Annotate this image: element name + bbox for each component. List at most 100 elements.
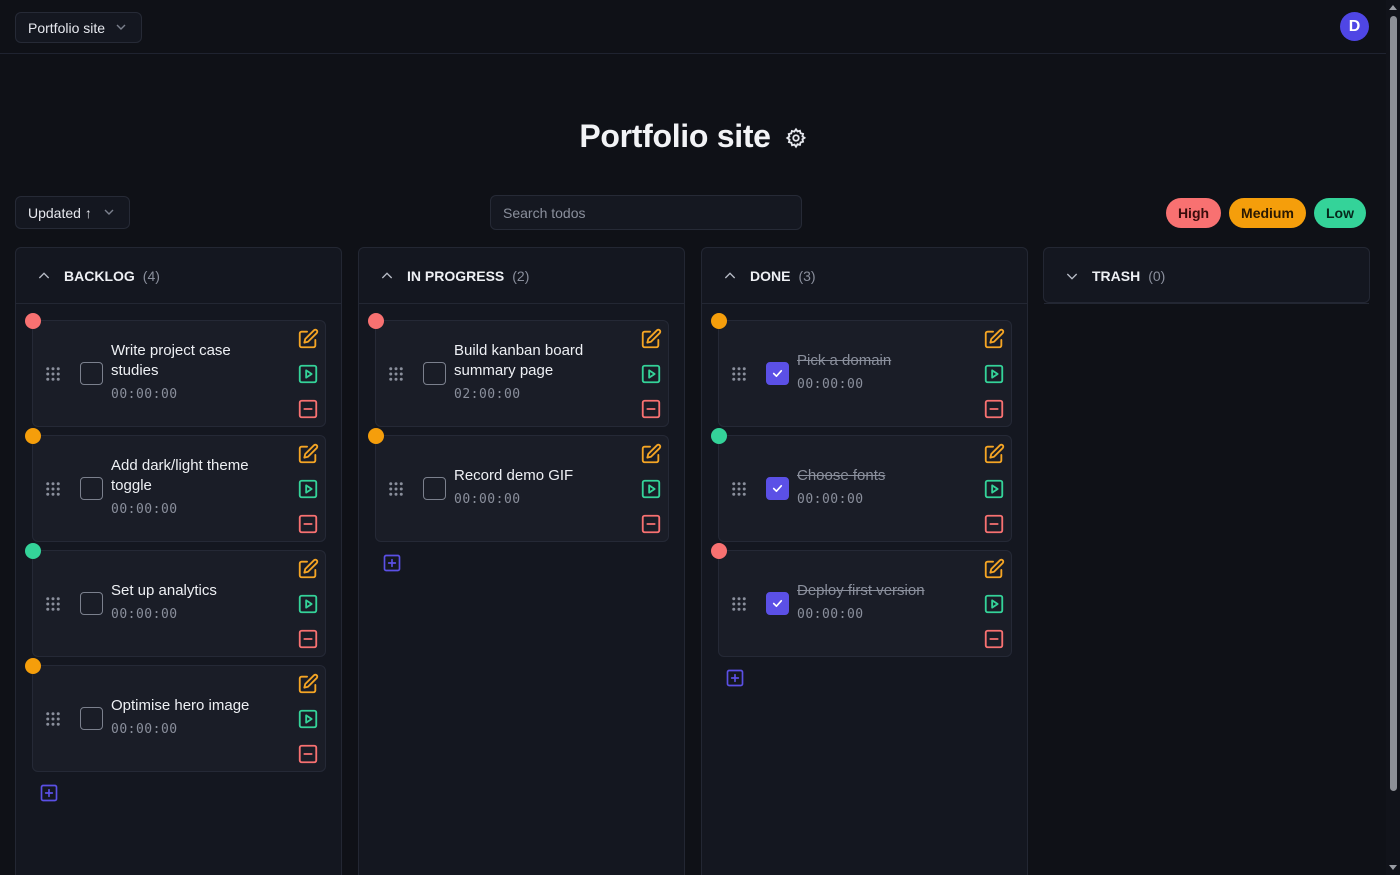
column-backlog: BACKLOG (4) Write project case studies 00:0…	[15, 247, 342, 875]
scrollbar-thumb[interactable]	[1390, 16, 1397, 791]
edit-icon[interactable]	[297, 443, 319, 465]
chevron-up-icon[interactable]	[36, 268, 52, 284]
todo-checkbox[interactable]	[80, 362, 103, 385]
filter-low-button[interactable]: Low	[1314, 198, 1366, 228]
todo-checkbox[interactable]	[80, 592, 103, 615]
todo-checkbox[interactable]	[80, 707, 103, 730]
todo-timer: 00:00:00	[111, 722, 178, 737]
remove-icon[interactable]	[297, 628, 319, 650]
todo-card[interactable]: Record demo GIF 00:00:00	[368, 428, 669, 542]
priority-dot	[368, 313, 384, 329]
column-count: (0)	[1148, 267, 1166, 284]
edit-icon[interactable]	[983, 558, 1005, 580]
drag-handle-icon[interactable]	[730, 480, 748, 498]
remove-icon[interactable]	[640, 398, 662, 420]
priority-dot	[711, 543, 727, 559]
column-count: (4)	[142, 267, 160, 284]
play-icon[interactable]	[640, 478, 662, 500]
drag-handle-icon[interactable]	[387, 480, 405, 498]
todo-title: Pick a domain	[797, 352, 892, 369]
todo-timer: 00:00:00	[111, 607, 178, 622]
todo-timer: 00:00:00	[797, 607, 864, 622]
play-icon[interactable]	[297, 363, 319, 385]
todo-checkbox[interactable]	[423, 362, 446, 385]
play-icon[interactable]	[297, 478, 319, 500]
play-icon[interactable]	[983, 363, 1005, 385]
drag-handle-icon[interactable]	[44, 710, 62, 728]
priority-dot	[25, 428, 41, 444]
drag-handle-icon[interactable]	[387, 365, 405, 383]
remove-icon[interactable]	[983, 398, 1005, 420]
column-title: TRASH	[1092, 267, 1141, 284]
edit-icon[interactable]	[297, 673, 319, 695]
drag-handle-icon[interactable]	[44, 595, 62, 613]
top-bar: Portfolio site D	[0, 0, 1386, 54]
todo-title: Choose fonts	[797, 467, 886, 484]
drag-handle-icon[interactable]	[730, 365, 748, 383]
chevron-down-icon	[116, 24, 126, 30]
column-header[interactable]: IN PROGRESS (2)	[359, 248, 684, 304]
edit-icon[interactable]	[297, 328, 319, 350]
priority-dot	[25, 313, 41, 329]
remove-icon[interactable]	[983, 628, 1005, 650]
add-todo-icon[interactable]	[39, 783, 59, 803]
chevron-up-icon[interactable]	[379, 268, 395, 284]
priority-dot	[368, 428, 384, 444]
add-todo-icon[interactable]	[725, 668, 745, 688]
todo-checkbox[interactable]	[766, 362, 789, 385]
project-select-label: Portfolio site	[28, 19, 106, 36]
column-header[interactable]: TRASH (0)	[1044, 248, 1369, 304]
column-title: IN PROGRESS	[407, 267, 505, 284]
todo-card[interactable]: Choose fonts 00:00:00	[711, 428, 1012, 542]
todo-timer: 00:00:00	[111, 502, 178, 517]
drag-handle-icon[interactable]	[44, 480, 62, 498]
project-select[interactable]: Portfolio site	[15, 12, 142, 43]
remove-icon[interactable]	[640, 513, 662, 535]
priority-dot	[25, 543, 41, 559]
todo-card[interactable]: Deploy first version 00:00:00	[711, 543, 1012, 657]
todo-checkbox[interactable]	[766, 477, 789, 500]
edit-icon[interactable]	[640, 328, 662, 350]
page-scrollbar[interactable]	[1386, 0, 1400, 875]
scroll-up-icon[interactable]	[1388, 3, 1398, 13]
edit-icon[interactable]	[983, 328, 1005, 350]
todo-card[interactable]: Add dark/light theme toggle 00:00:00	[25, 428, 326, 542]
column-header[interactable]: BACKLOG (4)	[16, 248, 341, 304]
edit-icon[interactable]	[983, 443, 1005, 465]
column-in-progress: IN PROGRESS (2) Build kanban board summary…	[358, 247, 685, 875]
column-header[interactable]: DONE (3)	[702, 248, 1027, 304]
avatar[interactable]: D	[1340, 12, 1369, 41]
remove-icon[interactable]	[297, 743, 319, 765]
scroll-down-icon[interactable]	[1388, 862, 1398, 872]
column-count: (3)	[798, 267, 816, 284]
add-todo-icon[interactable]	[382, 553, 402, 573]
todo-card[interactable]: Set up analytics 00:00:00	[25, 543, 326, 657]
play-icon[interactable]	[983, 593, 1005, 615]
drag-handle-icon[interactable]	[730, 595, 748, 613]
todo-card[interactable]: Pick a domain 00:00:00	[711, 313, 1012, 427]
sort-select[interactable]: Updated ↑	[15, 196, 130, 229]
filter-medium-button[interactable]: Medium	[1229, 198, 1306, 228]
play-icon[interactable]	[297, 708, 319, 730]
edit-icon[interactable]	[297, 558, 319, 580]
drag-handle-icon[interactable]	[44, 365, 62, 383]
play-icon[interactable]	[983, 478, 1005, 500]
play-icon[interactable]	[640, 363, 662, 385]
edit-icon[interactable]	[640, 443, 662, 465]
gear-icon[interactable]	[785, 127, 807, 149]
todo-card[interactable]: Optimise hero image 00:00:00	[25, 658, 326, 772]
filter-high-button[interactable]: High	[1166, 198, 1221, 228]
todo-checkbox[interactable]	[423, 477, 446, 500]
remove-icon[interactable]	[983, 513, 1005, 535]
remove-icon[interactable]	[297, 398, 319, 420]
todo-checkbox[interactable]	[766, 592, 789, 615]
todo-card[interactable]: Write project case studies 00:00:00	[25, 313, 326, 427]
column-title: BACKLOG	[64, 267, 135, 284]
play-icon[interactable]	[297, 593, 319, 615]
todo-checkbox[interactable]	[80, 477, 103, 500]
todo-card[interactable]: Build kanban board summary page 02:00:00	[368, 313, 669, 427]
chevron-down-icon[interactable]	[1064, 268, 1080, 284]
remove-icon[interactable]	[297, 513, 319, 535]
search-input[interactable]	[490, 195, 802, 230]
chevron-up-icon[interactable]	[722, 268, 738, 284]
